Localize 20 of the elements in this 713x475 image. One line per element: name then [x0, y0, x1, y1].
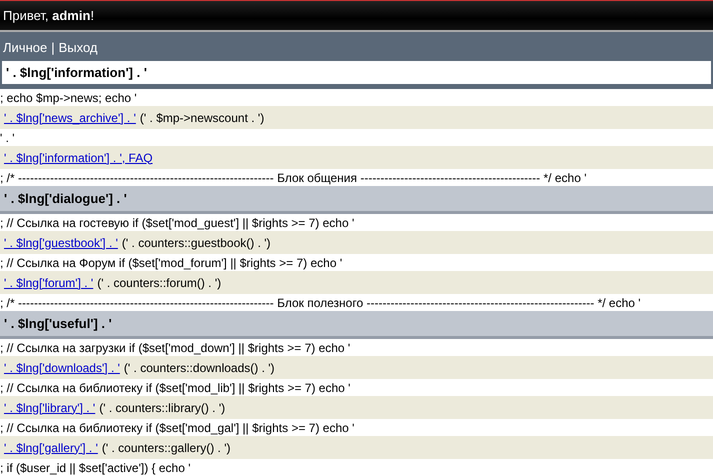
greeting-text: Привет, admin! [3, 8, 94, 23]
menu-link[interactable]: ' . $lng['forum'] . ' [4, 276, 94, 290]
menu-link[interactable]: ' . $lng['gallery'] . ' [4, 440, 98, 454]
section-title: ' . $lng['useful'] . ' [0, 311, 713, 339]
menu-link[interactable]: ' . $lng['guestbook'] . ' [4, 236, 118, 250]
counter-text: (' . $mp->newscount . ') [140, 110, 264, 124]
nav-link[interactable]: Выход [58, 40, 98, 55]
menu-link[interactable]: ' . $lng['library'] . ' [4, 400, 96, 414]
section-title: ' . $lng['dialogue'] . ' [0, 186, 713, 214]
menu-link[interactable]: ' . $lng['downloads'] . ' [4, 360, 120, 374]
counter-text: (' . counters::guestbook() . ') [122, 236, 271, 250]
menu-link[interactable]: ' . $lng['information'] . ', FAQ [4, 150, 153, 164]
menu-link[interactable]: ' . $lng['news_archive'] . ' [4, 110, 136, 124]
nav-link[interactable]: Личное [3, 40, 48, 55]
counter-text: (' . counters::downloads() . ') [124, 360, 275, 374]
counter-text: (' . counters::forum() . ') [97, 276, 222, 290]
counter-text: (' . counters::library() . ') [99, 400, 226, 414]
section-title: ' . $lng['information'] . ' [2, 61, 711, 84]
counter-text: (' . counters::gallery() . ') [102, 440, 230, 454]
separator-text: | [51, 40, 55, 55]
